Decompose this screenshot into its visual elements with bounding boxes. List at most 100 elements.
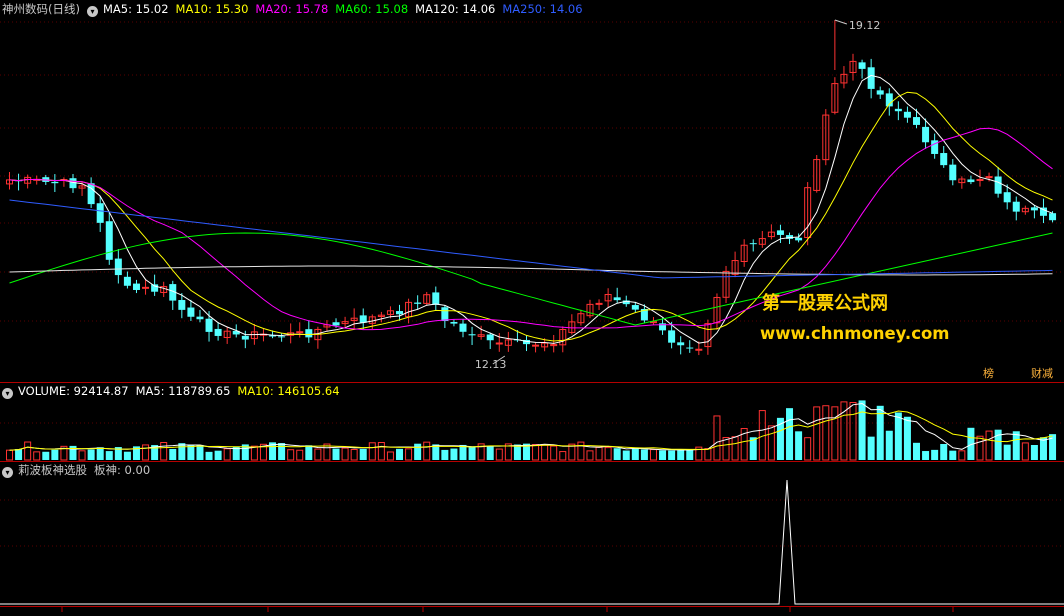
candle-down <box>1049 213 1057 221</box>
candle-down <box>305 329 313 338</box>
volume-bar-down <box>940 444 948 460</box>
candle-down <box>87 183 95 205</box>
volume-bar-up <box>595 446 603 461</box>
volume-bar-down <box>396 448 404 460</box>
ma-label-3: MA60: 15.08 <box>335 2 409 16</box>
volume-label-0: VOLUME: 92414.87 <box>18 384 129 398</box>
volume-bar-up <box>804 437 812 461</box>
volume-bar-down <box>949 450 957 460</box>
badge-finance: 财减 <box>1031 367 1053 380</box>
volume-bar-up <box>368 442 376 461</box>
candle-down <box>123 276 131 286</box>
candle-down <box>432 292 440 305</box>
volume-bar-up <box>577 441 585 461</box>
volume-panel-header: ▾ VOLUME: 92414.87 MA5: 118789.65 MA10: 146… <box>2 383 354 399</box>
ma60-line <box>9 232 1053 326</box>
volume-bar-up <box>33 451 41 461</box>
volume-bar-down <box>332 448 340 460</box>
volume-bar-down <box>1012 431 1020 460</box>
volume-bar-down <box>87 449 95 460</box>
indicator-name: 莉波板神选股 <box>18 463 87 477</box>
candle-down <box>359 315 367 323</box>
volume-bar-down <box>894 412 902 460</box>
watermark-url: www.chnmoney.com <box>760 324 950 343</box>
volume-bar-down <box>994 429 1002 460</box>
candle-down <box>178 300 186 310</box>
volume-bar-up <box>377 442 385 461</box>
candle-down <box>332 322 340 326</box>
volume-bar-down <box>359 448 367 460</box>
high-price-label: 19.12 <box>849 19 881 32</box>
volume-bar-down <box>513 444 521 460</box>
candle-down <box>214 328 222 336</box>
volume-bar-down <box>187 445 195 460</box>
candle-down <box>677 342 685 346</box>
volume-bar-down <box>913 442 920 460</box>
volume-bar-up <box>250 445 258 461</box>
volume-bar-up <box>958 450 966 461</box>
candle-down <box>922 126 930 143</box>
candle-down <box>441 307 449 322</box>
volume-bar-up <box>985 430 993 461</box>
volume-bar-down <box>786 408 794 460</box>
volume-bar-down <box>278 443 286 460</box>
volume-bar-up <box>849 402 857 461</box>
volume-bar-up <box>142 444 150 461</box>
candle-up <box>985 176 993 179</box>
candle-down <box>894 108 902 112</box>
volume-bar-up <box>6 449 13 461</box>
ma-label-2: MA20: 15.78 <box>255 2 329 16</box>
candle-down <box>459 323 467 332</box>
candle-down <box>940 153 948 166</box>
badge-rank: 榜 <box>983 367 994 380</box>
main-panel-header: 神州数码(日线) ▾ MA5: 15.02 MA10: 15.30 MA20: 15.7… <box>2 1 597 17</box>
candle-down <box>1012 201 1020 212</box>
volume-bar-up <box>586 450 594 461</box>
volume-bar-down <box>1003 444 1011 460</box>
candle-down <box>795 237 803 241</box>
stock-chart-canvas[interactable]: 19.12 12.13 <box>0 0 1064 616</box>
volume-bar-down <box>867 436 875 460</box>
volume-bar-down <box>169 448 177 460</box>
volume-bar-up <box>386 451 394 461</box>
candle-down <box>631 305 639 310</box>
volume-bar-up <box>541 444 549 461</box>
volume-bar-down <box>858 400 866 460</box>
circle-toggle-icon[interactable]: ▾ <box>2 388 13 399</box>
volume-bar-down <box>305 445 313 460</box>
volume-bar-down <box>677 450 685 460</box>
candle-down <box>114 258 122 276</box>
volume-bar-up <box>350 449 358 461</box>
circle-toggle-icon[interactable]: ▾ <box>86 6 98 17</box>
candle-down <box>196 316 204 320</box>
volume-bar-up <box>831 406 839 461</box>
ma250-line <box>9 199 1053 279</box>
volume-bar-up <box>550 445 558 461</box>
candle-down <box>967 179 975 183</box>
candle-down <box>205 318 213 332</box>
volume-bar-down <box>1049 434 1057 460</box>
circle-toggle-icon[interactable]: ▾ <box>2 467 13 478</box>
ma-label-0: MA5: 15.02 <box>102 2 169 16</box>
candle-down <box>913 117 920 125</box>
candle-down <box>749 243 757 245</box>
volume-label-2: MA10: 146105.64 <box>237 384 340 398</box>
volume-bar-up <box>223 448 231 461</box>
volume-bar-down <box>903 416 911 460</box>
volume-bar-down <box>450 448 458 460</box>
candle-down <box>903 111 911 118</box>
indicator-signal-line <box>0 479 1064 605</box>
volume-bar-down <box>468 446 476 460</box>
ma-label-5: MA250: 14.06 <box>502 2 583 16</box>
candle-down <box>450 322 458 324</box>
indicator-panel-header: ▾ 莉波板神选股 板神: 0.00 <box>2 462 157 478</box>
volume-bar-down <box>196 444 204 460</box>
candle-down <box>278 336 286 338</box>
candle-up <box>532 344 540 347</box>
volume-bar-up <box>813 406 821 461</box>
volume-bar-up <box>1021 442 1029 461</box>
volume-bar-down <box>105 451 113 460</box>
volume-bar-up <box>604 447 612 461</box>
ma-label-1: MA10: 15.30 <box>175 2 249 16</box>
candle-down <box>994 176 1002 194</box>
